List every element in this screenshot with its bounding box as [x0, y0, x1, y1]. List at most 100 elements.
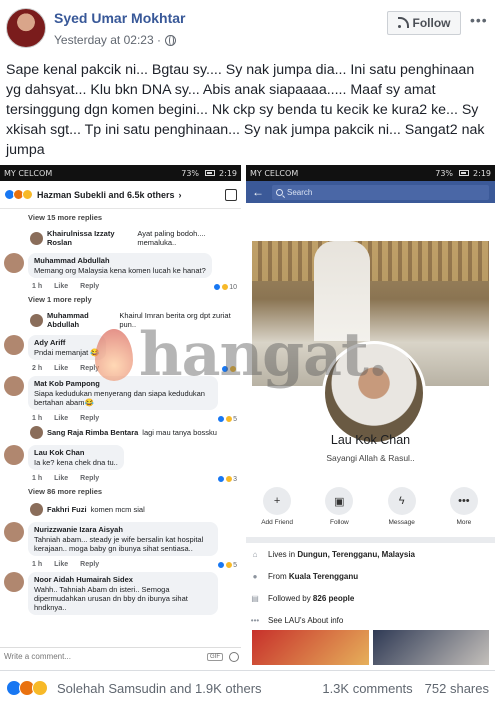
reply-author[interactable]: Khairulnissa Izzaty Roslan: [47, 229, 133, 247]
reply-link[interactable]: Reply: [80, 415, 99, 423]
reply-link[interactable]: Reply: [80, 365, 99, 373]
post-timestamp[interactable]: Yesterday at 02:23 ·: [54, 33, 176, 47]
profile-actions: + Add Friend ▣ Follow ϟ Message ••• More: [246, 487, 495, 526]
reply-preview[interactable]: Sang Raja Rimba Bentara lagi mau tanya bo…: [4, 423, 237, 442]
smiley-icon[interactable]: [229, 651, 239, 662]
comment-author[interactable]: Mat Kob Pampong: [34, 379, 212, 388]
reply-link[interactable]: Reply: [80, 283, 99, 291]
comment-author[interactable]: Ady Ariff: [34, 338, 100, 347]
back-arrow-icon[interactable]: ←: [252, 185, 264, 199]
info-about[interactable]: ••• See LAU's About info: [250, 609, 491, 631]
reply-preview[interactable]: Khairulnissa Izzaty Roslan Ayat paling bo…: [4, 226, 237, 250]
avatar[interactable]: [4, 522, 24, 542]
comment-reactions[interactable]: 10: [213, 283, 237, 291]
photo-thumbnail[interactable]: [372, 630, 489, 665]
reply-preview[interactable]: Muhammad Abdullah Khairul Imran berita or…: [4, 308, 237, 332]
avatar[interactable]: [4, 572, 24, 592]
info-value[interactable]: 826 people: [313, 594, 354, 603]
avatar[interactable]: [30, 231, 43, 245]
timestamp-text[interactable]: Yesterday at 02:23 ·: [54, 33, 161, 47]
reply-link[interactable]: Reply: [80, 475, 99, 483]
like-link[interactable]: Like: [54, 415, 68, 423]
cover-figure: [314, 241, 370, 341]
comment: Lau Kok Chan Ia ke? kena chek dna tu.. 1 h…: [4, 442, 237, 483]
follow-label: Follow: [412, 16, 451, 30]
avatar[interactable]: [4, 335, 24, 355]
avatar[interactable]: [30, 503, 43, 516]
avatar[interactable]: [4, 253, 24, 273]
reacted-by: Hazman Subekli and 6.5k others: [37, 189, 175, 200]
battery-level: 73%: [181, 168, 200, 178]
view-more-replies[interactable]: View 15 more replies: [4, 209, 237, 226]
reply-author[interactable]: Fakhri Fuzi: [47, 505, 87, 514]
comments-count[interactable]: 1.3K comments: [322, 681, 412, 696]
reaction-summary[interactable]: Solehah Samsudin and 1.9K others: [57, 681, 262, 696]
carrier: MY CELCOM: [4, 168, 53, 178]
see-about-link[interactable]: See LAU's About info: [268, 616, 343, 625]
avatar[interactable]: [30, 426, 43, 439]
comment-reactions[interactable]: [221, 365, 237, 373]
sad-reaction-icon: [32, 680, 48, 696]
cover-photo[interactable]: [252, 241, 489, 445]
reactions-bar[interactable]: Hazman Subekli and 6.5k others ›: [0, 181, 241, 209]
info-prefix: From: [268, 571, 289, 581]
gif-icon[interactable]: GIF: [207, 652, 223, 661]
more-label: More: [456, 519, 472, 526]
comment: Ady Ariff Pndai memanjat 😂 2 h Like Reply: [4, 332, 237, 373]
reply-preview[interactable]: Fakhri Fuzi komen mcm sial: [4, 500, 237, 519]
info-value[interactable]: Kuala Terengganu: [289, 572, 358, 581]
comment-author[interactable]: Lau Kok Chan: [34, 448, 118, 457]
post-header: Syed Umar Mokhtar Yesterday at 02:23 · F…: [0, 0, 495, 55]
comment-author[interactable]: Muhammad Abdullah: [34, 256, 206, 265]
comment-author[interactable]: Nurizzwanie Izara Aisyah: [34, 525, 212, 534]
comments-screenshot: MY CELCOM 73% 2:19 Hazman Subekli and 6.…: [0, 165, 243, 665]
comment-reactions[interactable]: 3: [217, 475, 237, 483]
thumbs-up-icon[interactable]: [225, 188, 237, 201]
avatar[interactable]: [4, 376, 24, 396]
message-button[interactable]: ϟ Message: [377, 487, 427, 526]
view-more-replies[interactable]: View 86 more replies: [4, 483, 237, 500]
shares-count[interactable]: 752 shares: [425, 681, 489, 696]
comment-text: Tahniah abam... steady je wife bersalin …: [34, 535, 204, 553]
avatar[interactable]: [30, 313, 43, 327]
avatar[interactable]: [4, 445, 24, 465]
author-name[interactable]: Syed Umar Mokhtar: [54, 10, 185, 26]
comment: Noor Aidah Humairah Sidex Wahh.. Tahniah …: [4, 569, 237, 618]
follow-profile-button[interactable]: ▣ Follow: [314, 487, 364, 526]
comment-bubble: Ady Ariff Pndai memanjat 😂: [28, 335, 106, 360]
comment-meta: 2 h Like Reply: [4, 363, 237, 373]
comment-reactions[interactable]: 5: [217, 415, 237, 423]
add-friend-button[interactable]: + Add Friend: [252, 487, 302, 526]
like-link[interactable]: Like: [54, 475, 68, 483]
battery-level: 73%: [435, 168, 454, 178]
view-more-replies[interactable]: View 1 more reply: [4, 291, 237, 308]
comment-reactions[interactable]: 5: [217, 561, 237, 569]
clock: 2:19: [219, 168, 237, 178]
like-reaction-icon: [217, 561, 226, 569]
reply-text: lagi mau tanya bossku: [142, 428, 217, 437]
more-icon: •••: [449, 487, 478, 515]
comment: Mat Kob Pampong Siapa kedudukan menyerang…: [4, 373, 237, 423]
info-value[interactable]: Dungun, Terengganu, Malaysia: [297, 550, 415, 559]
chevron-right-icon: ›: [178, 189, 182, 200]
comment-composer[interactable]: Write a comment... GIF: [0, 647, 241, 665]
profile-picture[interactable]: [322, 341, 426, 445]
like-link[interactable]: Like: [54, 283, 68, 291]
info-prefix: Followed by: [268, 593, 313, 603]
reply-link[interactable]: Reply: [80, 561, 99, 569]
author-avatar[interactable]: [6, 8, 46, 48]
search-input[interactable]: Search: [272, 184, 489, 200]
write-comment-placeholder[interactable]: Write a comment...: [4, 652, 71, 661]
reply-author[interactable]: Sang Raja Rimba Bentara: [47, 428, 138, 437]
like-link[interactable]: Like: [54, 365, 68, 373]
more-button[interactable]: ••• More: [439, 487, 489, 526]
follow-button[interactable]: Follow: [387, 11, 461, 35]
more-options-icon[interactable]: •••: [470, 12, 488, 28]
reaction-icons[interactable]: [6, 680, 48, 696]
reply-author[interactable]: Muhammad Abdullah: [47, 311, 115, 329]
comment-author[interactable]: Noor Aidah Humairah Sidex: [34, 575, 212, 584]
photo-thumbnail[interactable]: [252, 630, 369, 665]
like-link[interactable]: Like: [54, 561, 68, 569]
search-icon: [276, 188, 283, 196]
comment-bubble: Nurizzwanie Izara Aisyah Tahniah abam... …: [28, 522, 218, 556]
